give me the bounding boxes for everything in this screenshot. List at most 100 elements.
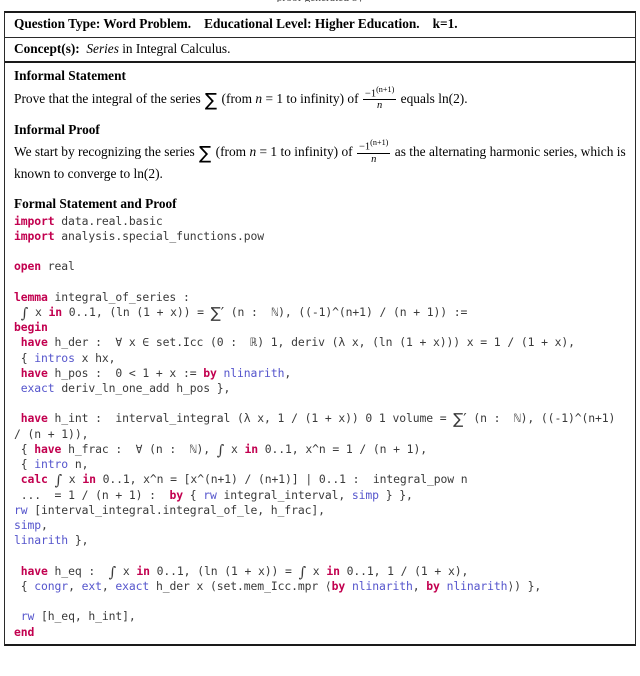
code-line: import analysis.special_functions.pow [14,229,626,244]
code-tactic: congr [34,578,69,593]
code-tactic: linarith [14,533,69,548]
code-text: { [14,578,35,593]
code-text: [h_eq, h_int], [34,609,136,624]
informal-statement-pre: Prove that the integral of the series [14,90,201,106]
code-tactic: simp [14,518,42,532]
math-var-n-2: n [249,144,257,160]
informal-proof-pre: We start by recognizing the series [14,144,195,160]
code-tactic: rw [203,487,217,502]
code-text: }, [68,533,89,548]
code-line: have h_int : interval_integral (λ x, 1 /… [14,411,626,441]
code-text: data.real.basic [54,213,163,228]
lean-proof-code: import data.real.basic import analysis.sp… [14,214,626,640]
code-text: (n : ℕ), ((-1)^(n+1) / (n + 1)) := [224,304,468,319]
code-tactic: intro [34,457,69,472]
code-line: lemma integral_of_series : [14,290,626,305]
code-line: begin [14,320,626,335]
code-text: deriv_ln_one_add h_pos }, [54,381,231,396]
education-level-label: Educational Level: [204,16,312,31]
code-keyword: end [14,624,35,639]
document-page: proof generated by Question Type: Word P… [0,0,640,676]
fraction-term: −1(n+1) n [362,84,397,112]
clipped-caption-fragment: proof generated by [0,0,640,2]
code-text: x [306,563,327,578]
body-row: Informal Statement Prove that the integr… [5,63,635,644]
code-keyword: in [48,304,63,319]
code-text: } }, [378,487,413,502]
code-tactic: nlinarith [223,365,285,380]
code-line: { intros x hx, [14,351,626,366]
fraction-numerator-2: −1(n+1) [356,138,391,154]
code-tactic: exact [115,578,150,593]
code-keyword: begin [14,320,48,335]
code-text: h_int : interval_integral (λ x, 1 / (1 +… [47,411,454,426]
informal-statement-eq: = 1 to infinity) of [265,90,359,106]
code-text: 0..1, x^n = 1 / (n + 1), [258,441,427,456]
code-text: h_frac : ∀ (n : ℕ), [61,441,217,456]
code-line: rw [h_eq, h_int], [14,609,626,624]
code-keyword: by [331,578,346,593]
code-tactic: ext [81,578,102,593]
code-line: exact deriv_ln_one_add h_pos }, [14,381,626,396]
code-text: 0..1, (ln (1 + x)) = [62,304,211,319]
code-line: simp, [14,518,626,533]
concept-rest: in Integral Calculus. [122,40,231,56]
code-tactic: simp [351,487,379,502]
question-type-label: Question Type: [14,16,101,31]
informal-proof-eq: = 1 to infinity) of [259,144,353,160]
fraction-exponent-2: (n+1) [370,138,389,148]
code-keyword: open [14,259,42,274]
code-line: { intro n, [14,457,626,472]
code-text: h_der x (set.mem_Icc.mpr ⟨ [149,578,332,593]
example-table: Question Type: Word Problem. Educational … [4,11,636,646]
fraction-term-2: −1(n+1) n [356,138,391,165]
fraction-exponent: (n+1) [376,84,395,94]
code-keyword: have [34,441,62,456]
code-line: linarith }, [14,533,626,548]
code-line: { congr, ext, exact h_der x (set.mem_Icc… [14,579,626,594]
code-text: { [14,457,35,472]
formal-statement-heading: Formal Statement and Proof [14,196,177,212]
code-keyword: by [203,365,217,380]
code-text: ... = 1 / (n + 1) : [14,487,170,502]
code-keyword: in [244,441,259,456]
code-text: , [68,578,82,593]
summation-icon-2: ∑ [199,143,212,165]
code-line: have h_eq : ∫ x in 0..1, (ln (1 + x)) = … [14,563,626,580]
code-tactic: exact [20,381,55,396]
code-line: open real [14,259,626,274]
code-text: 0..1, 1 / (1 + x), [339,563,469,578]
fraction-denominator: n [376,100,383,112]
code-text: h_der : ∀ x ∈ set.Icc (0 : ℝ) 1, deriv (… [47,335,575,350]
code-line: have h_der : ∀ x ∈ set.Icc (0 : ℝ) 1, de… [14,335,626,350]
code-tactic: nlinarith [446,578,508,593]
code-tactic: rw [20,609,35,624]
code-text: h_pos : 0 < 1 + x := [47,365,204,380]
code-text: real [41,259,75,274]
code-line: { have h_frac : ∀ (n : ℕ), ∫ x in 0..1, … [14,441,626,458]
code-keyword: lemma [14,289,48,304]
metadata-line: Question Type: Word Problem. Educational … [14,16,626,33]
code-keyword: by [426,578,440,593]
code-line: ... = 1 / (n + 1) : by { rw integral_int… [14,488,626,503]
code-line: import data.real.basic [14,214,626,229]
code-keyword: have [20,411,48,426]
code-keyword: calc [20,472,48,487]
code-text: { [14,350,35,365]
informal-proof-text: We start by recognizing the series ∑ (fr… [14,139,626,183]
code-keyword: in [326,563,340,578]
code-text: x [28,304,49,319]
